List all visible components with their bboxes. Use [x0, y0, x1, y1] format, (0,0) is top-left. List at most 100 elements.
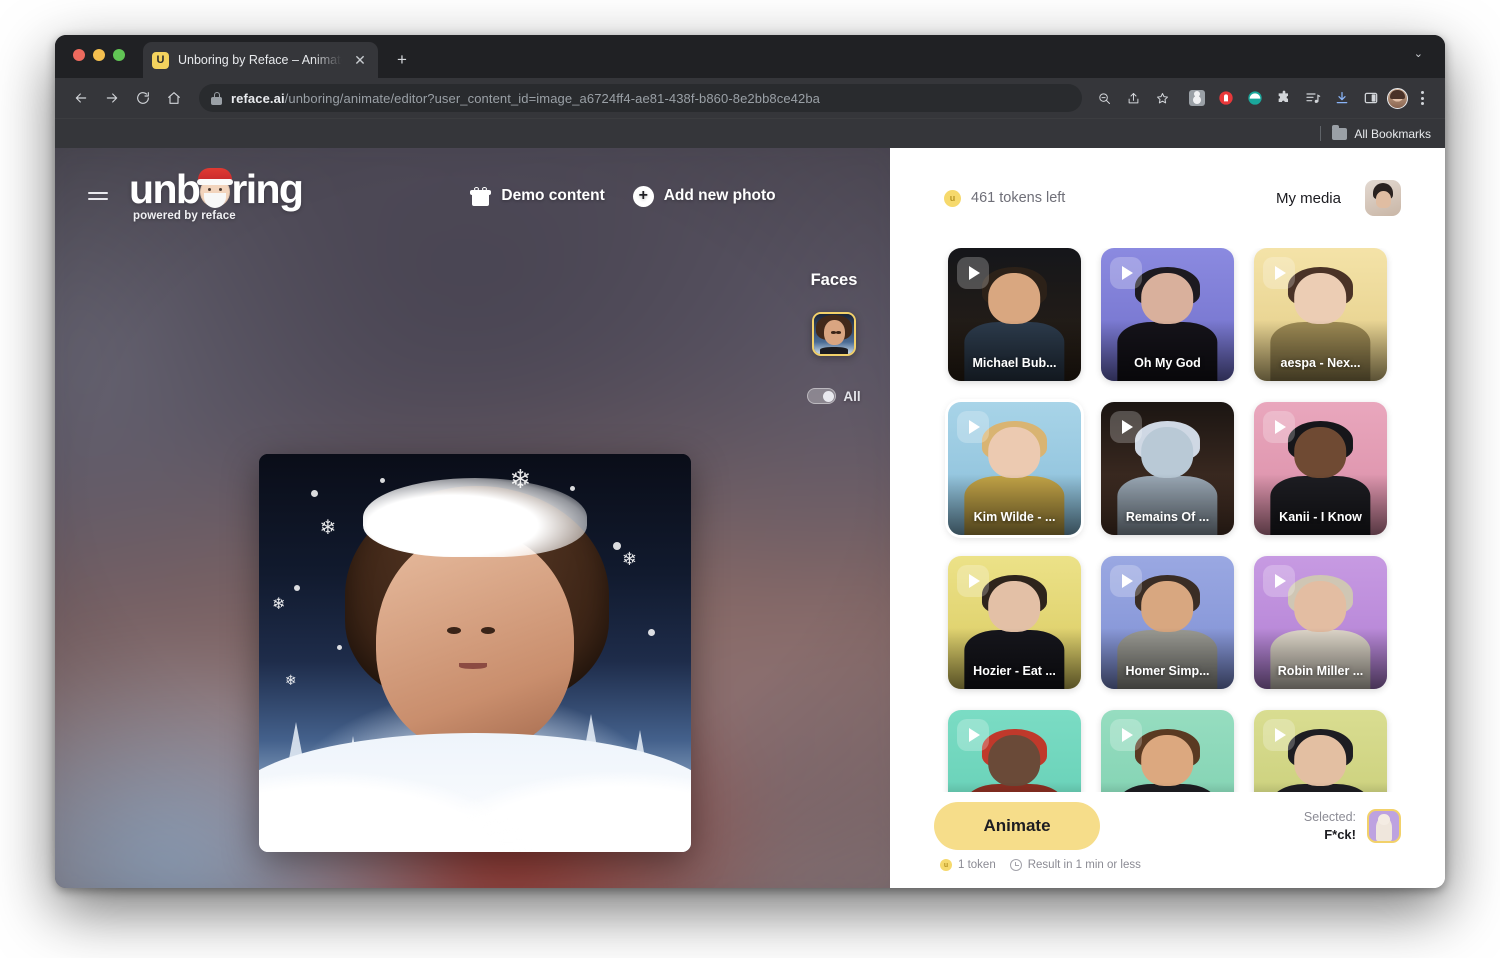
media-card-gradient [1254, 319, 1387, 381]
star-icon[interactable] [1149, 85, 1175, 111]
media-card[interactable]: Oh My God [1101, 248, 1234, 381]
media-card[interactable]: Kanii - I Know [1254, 402, 1387, 535]
forward-arrow-icon[interactable] [98, 84, 126, 112]
address-bar[interactable]: reface.ai/unboring/animate/editor?user_c… [199, 84, 1082, 112]
tab-search-chevron-down-icon[interactable]: ⌄ [1414, 49, 1423, 60]
close-tab-icon[interactable]: ✕ [351, 51, 369, 69]
play-icon[interactable] [1263, 411, 1295, 443]
photo-hair-snow [362, 477, 588, 558]
browser-toolbar: reface.ai/unboring/animate/editor?user_c… [55, 78, 1445, 118]
play-icon[interactable] [1110, 257, 1142, 289]
browser-window: U Unboring by Reface – Animate ✕ + ⌄ ref… [55, 35, 1445, 888]
address-bar-url: reface.ai/unboring/animate/editor?user_c… [231, 91, 820, 106]
search-page-icon[interactable] [1091, 85, 1117, 111]
all-bookmarks-label[interactable]: All Bookmarks [1354, 127, 1431, 141]
main-photo-container[interactable]: ❄ ❄ ❄ ❄ ❄ [259, 454, 691, 852]
tab-favicon-icon: U [152, 51, 169, 69]
media-card[interactable]: aespa - Nex... [1254, 248, 1387, 381]
play-icon[interactable] [1110, 565, 1142, 597]
page-content: unb ring powered by reface Demo content [55, 148, 1445, 888]
result-time-label: Result in 1 min or less [1027, 859, 1141, 871]
play-icon[interactable] [957, 257, 989, 289]
play-icon[interactable] [957, 719, 989, 751]
reload-icon[interactable] [129, 84, 157, 112]
media-card-title: Michael Bub... [972, 356, 1057, 370]
maximize-window-button[interactable] [113, 49, 125, 61]
demo-content-label: Demo content [501, 187, 605, 204]
main-photo[interactable]: ❄ ❄ ❄ ❄ ❄ [259, 454, 691, 852]
media-card[interactable]: Michael Bub... [948, 248, 1081, 381]
add-new-photo-button[interactable]: + Add new photo [632, 185, 776, 207]
url-path: /unboring/animate/editor?user_content_id… [284, 90, 820, 106]
play-icon[interactable] [1263, 565, 1295, 597]
clock-icon [1009, 859, 1022, 871]
play-icon[interactable] [957, 411, 989, 443]
play-icon[interactable] [1110, 719, 1142, 751]
animate-column: Animate u 1 token Result in 1 min or les… [934, 802, 1141, 871]
share-icon[interactable] [1120, 85, 1146, 111]
adblock-extension-icon[interactable] [1213, 85, 1239, 111]
media-card-gradient [1101, 319, 1234, 381]
media-card-title: Remains Of ... [1125, 510, 1210, 524]
faces-rail: Faces All [778, 148, 890, 888]
back-arrow-icon[interactable] [67, 84, 95, 112]
cloud-extension-icon[interactable] [1242, 85, 1268, 111]
media-card-title: Hozier - Eat ... [973, 664, 1056, 678]
menu-icon[interactable] [88, 192, 108, 200]
media-grid-scroll[interactable]: Michael Bub... Oh My God aespa - Nex... Kim… [890, 248, 1445, 792]
user-avatar[interactable] [1365, 180, 1401, 216]
download-icon[interactable] [1329, 85, 1355, 111]
media-card[interactable]: Kim Wilde - ... [948, 402, 1081, 535]
media-card[interactable] [1254, 710, 1387, 792]
token-cost-item: u 1 token [940, 859, 996, 871]
media-card-title: Kanii - I Know [1279, 510, 1362, 524]
play-icon[interactable] [1110, 411, 1142, 443]
app-logo[interactable]: unb ring powered by reface [129, 167, 304, 222]
media-playlist-icon[interactable] [1300, 85, 1326, 111]
media-card[interactable]: Homer Simp... [1101, 556, 1234, 689]
minimize-window-button[interactable] [93, 49, 105, 61]
plus-circle-icon: + [632, 185, 654, 207]
face-thumbnail[interactable] [812, 312, 856, 356]
animate-button[interactable]: Animate [934, 802, 1100, 850]
media-card[interactable]: Remains Of ... [1101, 402, 1234, 535]
play-icon[interactable] [1263, 719, 1295, 751]
toggle-knob [822, 390, 834, 402]
media-card[interactable] [1101, 710, 1234, 792]
my-media-button[interactable]: My media [1276, 190, 1341, 207]
kebab-menu-icon[interactable] [1411, 91, 1433, 105]
url-domain: reface.ai [231, 90, 285, 106]
santa-icon [197, 167, 234, 208]
token-coin-icon: u [944, 189, 961, 207]
new-tab-button[interactable]: + [391, 48, 413, 70]
extensions-puzzle-icon[interactable] [1271, 85, 1297, 111]
home-icon[interactable] [160, 84, 188, 112]
play-icon[interactable] [1263, 257, 1295, 289]
media-card-gradient [948, 473, 1081, 535]
tokens-indicator[interactable]: u 461 tokens left [944, 189, 1065, 207]
play-icon[interactable] [957, 565, 989, 597]
contact-extension-icon[interactable] [1184, 85, 1210, 111]
media-card-title: Homer Simp... [1125, 664, 1210, 678]
animate-meta: u 1 token Result in 1 min or less [934, 859, 1141, 871]
close-window-button[interactable] [73, 49, 85, 61]
media-card[interactable]: Hozier - Eat ... [948, 556, 1081, 689]
panel-header: u 461 tokens left My media [890, 148, 1445, 248]
media-card-gradient [1101, 473, 1234, 535]
browser-tab[interactable]: U Unboring by Reface – Animate ✕ [143, 42, 378, 78]
side-panel-icon[interactable] [1358, 85, 1384, 111]
media-card-gradient [1254, 473, 1387, 535]
bookmarks-folder-icon[interactable] [1332, 124, 1348, 140]
selected-thumbnail[interactable] [1367, 809, 1401, 844]
bookmarks-bar: All Bookmarks [55, 118, 1445, 148]
profile-avatar-icon[interactable] [1387, 87, 1408, 109]
editor-pane: unb ring powered by reface Demo content [55, 148, 890, 888]
media-panel: u 461 tokens left My media Michael Bub..… [890, 148, 1445, 888]
browser-tab-strip: U Unboring by Reface – Animate ✕ + ⌄ [55, 35, 1445, 78]
media-card[interactable]: Robin Miller ... [1254, 556, 1387, 689]
media-card[interactable] [948, 710, 1081, 792]
all-faces-toggle[interactable]: All [807, 388, 861, 404]
demo-content-button[interactable]: Demo content [470, 186, 605, 206]
media-card-title: aespa - Nex... [1280, 356, 1361, 370]
token-cost-label: 1 token [958, 859, 996, 871]
